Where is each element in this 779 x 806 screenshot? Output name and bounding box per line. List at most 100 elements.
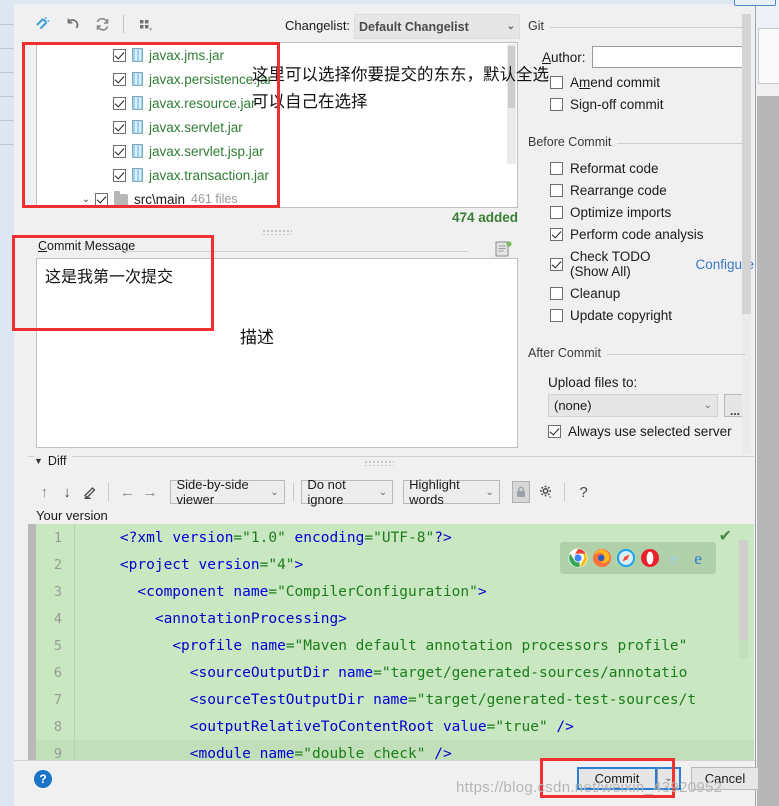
tree-row-checkbox[interactable] [113, 144, 126, 158]
tree-row-checkbox[interactable] [95, 192, 108, 206]
options-vertical-scrollbar[interactable] [742, 14, 751, 454]
jar-file-icon [132, 72, 143, 86]
diff-toolbar: ↑ ↓ ← → Side-by-side viewer ⌄ Do not ign… [34, 477, 594, 507]
tree-row-label: javax.servlet.jar [149, 119, 243, 135]
signoff-commit-checkbox[interactable] [550, 98, 563, 111]
before-commit-checkbox[interactable] [550, 257, 563, 271]
tree-row-label: javax.resource.jar [149, 95, 256, 111]
before-commit-options: Reformat code Rearrange code Optimize impo… [528, 161, 754, 323]
diff-toolbar-separator-3 [564, 483, 566, 501]
before-commit-checkbox[interactable] [550, 228, 563, 241]
before-commit-option[interactable]: Optimize imports [550, 205, 754, 220]
git-section-header: Git [528, 18, 754, 38]
tree-row-checkbox[interactable] [113, 48, 126, 62]
author-label: Author: [542, 49, 586, 65]
help-icon[interactable]: ? [573, 480, 594, 504]
changelist-label: Changelist: [285, 18, 350, 33]
always-use-selected-server-option[interactable]: Always use selected server [548, 424, 754, 439]
before-commit-checkbox[interactable] [550, 206, 563, 219]
signoff-commit-option[interactable]: Sign-off commit [550, 97, 754, 112]
git-section-title: Git [528, 19, 550, 33]
before-commit-option[interactable]: Update copyright [550, 308, 754, 323]
diff-line-number: 1 [53, 529, 62, 546]
help-button[interactable]: ? [34, 770, 52, 788]
next-difference-icon[interactable]: ↓ [57, 480, 78, 504]
lock-icon[interactable] [511, 481, 530, 503]
before-commit-option[interactable]: Perform code analysis [550, 227, 754, 242]
before-commit-option[interactable]: Cleanup [550, 286, 754, 301]
diff-section-header[interactable]: ▼ Diff [34, 454, 73, 468]
before-commit-label: Check TODO (Show All) [570, 249, 651, 279]
before-commit-option[interactable]: Rearrange code [550, 183, 754, 198]
diff-splitter-grip[interactable] [364, 460, 394, 466]
ignore-mode-value: Do not ignore [307, 477, 346, 507]
revert-icon[interactable] [58, 11, 86, 37]
diff-code-line: 8 <outputRelativeToContentRoot value="tr… [36, 713, 754, 740]
tree-row[interactable]: javax.servlet.jar [37, 115, 517, 139]
amend-commit-label: Amend commit [570, 75, 661, 90]
your-version-label: Your version [36, 508, 108, 523]
background-window-button[interactable] [734, 0, 776, 6]
jar-file-icon [132, 120, 143, 134]
highlight-mode-combobox[interactable]: Highlight words ⌄ [403, 477, 500, 507]
before-commit-checkbox[interactable] [550, 162, 563, 175]
tree-row-checkbox[interactable] [113, 96, 126, 110]
annotation-tree-note-2: 可以自己在选择 [252, 92, 368, 111]
tree-row-checkbox[interactable] [113, 72, 126, 86]
gear-icon[interactable] [536, 480, 557, 504]
tree-row[interactable]: javax.servlet.jsp.jar [37, 139, 517, 163]
upload-server-combobox[interactable]: (none) ⌄ [548, 394, 718, 417]
tree-row-checkbox[interactable] [113, 168, 126, 182]
splitter-grip[interactable] [262, 229, 292, 235]
jar-file-icon [132, 144, 143, 158]
tree-row[interactable]: javax.transaction.jar [37, 163, 517, 187]
signoff-commit-label: Sign-off commit [570, 97, 664, 112]
apply-right-icon[interactable]: → [140, 480, 161, 504]
tree-row-label: javax.servlet.jsp.jar [149, 143, 264, 159]
tree-row[interactable]: ⌄ src\main 461 files [37, 187, 517, 207]
tree-row-checkbox[interactable] [113, 120, 126, 134]
apply-left-icon[interactable]: ← [117, 480, 138, 504]
after-commit-title: After Commit [528, 346, 607, 360]
commit-message-mnemonic: C [38, 239, 48, 253]
amend-commit-option[interactable]: Amend commit [550, 75, 754, 90]
changelist-combobox[interactable]: Default Changelist ⌄ [354, 14, 520, 39]
diff-line-text: <project version="4"> [119, 556, 304, 573]
diff-code-line: 5 <profile name="Maven default annotatio… [36, 632, 754, 659]
viewer-mode-combobox[interactable]: Side-by-side viewer ⌄ [170, 477, 285, 507]
before-commit-checkbox[interactable] [550, 309, 563, 322]
refresh-icon[interactable] [88, 11, 116, 37]
ignore-mode-combobox[interactable]: Do not ignore ⌄ [301, 477, 394, 507]
previous-difference-icon[interactable]: ↑ [34, 480, 55, 504]
commit-message-history-icon[interactable] [494, 240, 514, 258]
commit-message-value: 这是我第一次提交 [45, 267, 174, 286]
commit-message-legend-rest: ommit Message [47, 239, 136, 253]
diff-accept-check-icon[interactable]: ✔ [719, 526, 732, 546]
amend-commit-checkbox[interactable] [550, 76, 563, 89]
before-commit-checkbox[interactable] [550, 184, 563, 197]
always-use-selected-server-checkbox[interactable] [548, 425, 561, 438]
diff-vertical-scrollbar[interactable] [739, 540, 748, 658]
diff-toolbar-separator [108, 483, 109, 501]
before-commit-checkbox[interactable] [550, 287, 563, 300]
chevron-down-icon: ⌄ [378, 486, 388, 498]
safari-icon [616, 548, 636, 568]
diff-line-number: 9 [53, 745, 62, 761]
diff-line-text: <module name="double check" /> [189, 745, 452, 761]
edit-source-icon[interactable] [79, 480, 100, 504]
diff-line-number: 3 [53, 583, 62, 600]
triangle-down-icon: ▼ [34, 456, 43, 466]
author-input[interactable] [591, 46, 750, 68]
show-diff-icon[interactable] [28, 11, 56, 37]
diff-line-number: 6 [53, 664, 62, 681]
before-commit-section-header: Before Commit [528, 134, 754, 154]
before-commit-option[interactable]: Check TODO (Show All) Configure [550, 249, 754, 279]
commit-message-textarea[interactable]: 这是我第一次提交 [36, 258, 518, 448]
group-by-icon[interactable] [131, 11, 159, 37]
diff-line-number: 2 [53, 556, 62, 573]
before-commit-label: Optimize imports [570, 205, 672, 220]
before-commit-option[interactable]: Reformat code [550, 161, 754, 176]
chevron-down-icon[interactable]: ⌄ [77, 194, 95, 205]
outer-window-right-strip [755, 0, 779, 806]
diff-code-line: 9 <module name="double check" /> [36, 740, 754, 760]
